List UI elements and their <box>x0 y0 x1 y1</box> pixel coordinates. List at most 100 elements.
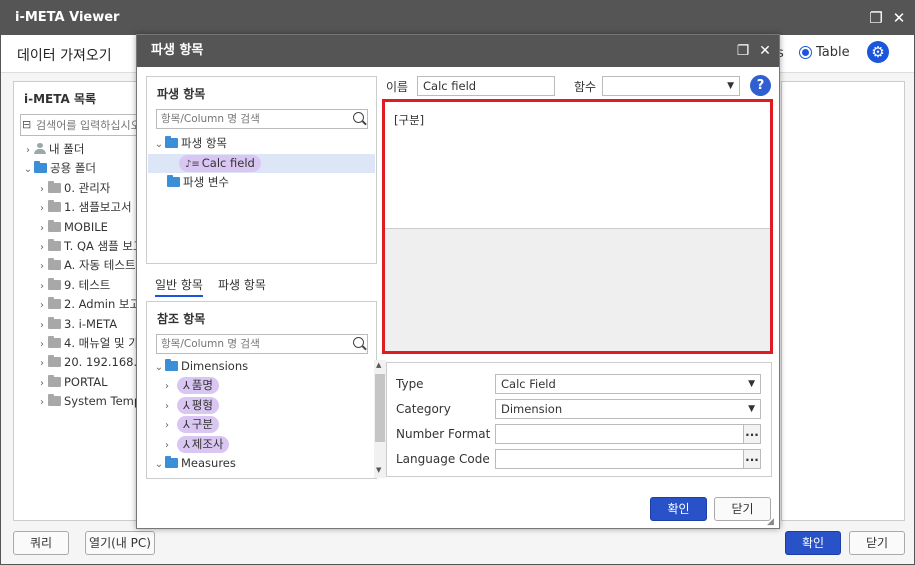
table-radio[interactable] <box>799 46 812 60</box>
chevron-right-icon[interactable]: › <box>161 377 173 396</box>
chevron-right-icon[interactable]: › <box>161 436 173 455</box>
derived-search-input[interactable] <box>161 111 341 127</box>
help-icon[interactable]: ? <box>750 75 771 96</box>
tree-item[interactable]: › T. QA 샘플 보고 <box>36 237 144 257</box>
dimension-chip: ⅄ 평형 <box>177 396 219 414</box>
function-select[interactable]: ▼ <box>602 76 740 96</box>
chevron-right-icon[interactable]: › <box>36 393 48 412</box>
derived-folder-label: 파생 항목 <box>181 136 227 150</box>
reference-scrollbar[interactable]: ▲ ▼ <box>374 360 386 478</box>
maximize-icon[interactable]: ❐ <box>866 1 886 35</box>
reference-search-box[interactable] <box>156 334 368 354</box>
open-local-button[interactable]: 열기(내 PC) <box>85 531 155 555</box>
query-button[interactable]: 쿼리 <box>13 531 69 555</box>
search-icon[interactable] <box>353 337 364 348</box>
tree-item-label: 1. 샘플보고서 <box>64 200 132 215</box>
close-icon[interactable]: ✕ <box>889 1 909 35</box>
dimension-label: 구분 <box>191 417 213 432</box>
collapse-icon[interactable]: ⊟ <box>22 118 31 131</box>
tree-item[interactable]: ⌄ 공용 폴더 <box>22 159 96 179</box>
number-format-more-button[interactable]: ... <box>743 424 761 444</box>
chevron-right-icon[interactable]: › <box>36 374 48 393</box>
reference-search-input[interactable] <box>161 336 341 352</box>
table-radio-label[interactable]: Table <box>816 45 850 60</box>
tree-item[interactable]: › 4. 매뉴얼 및 가 <box>36 334 139 354</box>
gear-icon[interactable]: ⚙ <box>867 41 889 63</box>
tree-item[interactable]: › 0. 관리자 <box>36 179 110 199</box>
tree-item[interactable]: › 9. 테스트 <box>36 276 110 296</box>
chevron-right-icon[interactable]: › <box>36 219 48 238</box>
folder-icon <box>48 219 61 232</box>
name-input[interactable]: Calc field <box>417 76 555 96</box>
tree-item[interactable]: › 3. i-META <box>36 315 117 335</box>
chevron-right-icon[interactable]: › <box>36 257 48 276</box>
tree-item[interactable]: › A. 자동 테스트 <box>36 256 136 276</box>
chevron-down-icon[interactable]: ⌄ <box>153 358 165 377</box>
chevron-down-icon[interactable]: ⌄ <box>153 135 165 154</box>
chevron-down-icon: ▼ <box>748 404 755 414</box>
chevron-right-icon[interactable]: › <box>161 416 173 435</box>
chevron-down-icon[interactable]: ⌄ <box>153 455 165 474</box>
dimension-icon: ⅄ <box>183 398 190 412</box>
folder-icon <box>34 161 47 174</box>
tab-general-items[interactable]: 일반 항목 <box>155 276 203 297</box>
scroll-thumb[interactable] <box>375 374 385 442</box>
chevron-right-icon[interactable]: › <box>161 397 173 416</box>
resize-grip-icon[interactable]: ◢ <box>767 517 774 527</box>
tree-item[interactable]: › 2. Admin 보고 <box>36 295 140 315</box>
number-format-input[interactable]: ... <box>495 424 761 444</box>
folder-icon <box>48 180 61 193</box>
dimension-item[interactable]: › ⅄ 구분 <box>161 415 219 435</box>
language-code-input[interactable]: ... <box>495 449 761 469</box>
tree-item-label: 4. 매뉴얼 및 가 <box>64 336 139 350</box>
dialog-close-button[interactable]: 닫기 <box>714 497 771 521</box>
tree-item[interactable]: › PORTAL <box>36 373 108 393</box>
chevron-right-icon[interactable]: › <box>36 316 48 335</box>
scroll-up-icon[interactable]: ▲ <box>376 361 381 369</box>
dimension-item[interactable]: › ⅄ 평형 <box>161 396 219 416</box>
chevron-right-icon[interactable]: › <box>36 199 48 218</box>
reference-folder[interactable]: ⌄ Measures <box>153 454 236 474</box>
dialog-maximize-icon[interactable]: ❐ <box>733 35 753 67</box>
tree-item[interactable]: › 1. 샘플보고서 <box>36 198 132 218</box>
chevron-right-icon[interactable]: › <box>36 335 48 354</box>
outer-ok-button[interactable]: 확인 <box>785 531 841 555</box>
language-code-more-button[interactable]: ... <box>743 449 761 469</box>
tab-derived-items[interactable]: 파생 항목 <box>218 276 266 293</box>
chevron-down-icon[interactable]: ⌄ <box>22 160 34 179</box>
tree-item-label: A. 자동 테스트 <box>64 258 136 273</box>
meta-search-input[interactable] <box>36 116 142 134</box>
chevron-right-icon[interactable]: › <box>36 296 48 315</box>
reference-panel-title: 참조 항목 <box>157 312 206 326</box>
category-label: Category <box>396 402 451 416</box>
derived-calc-item-selected[interactable]: ♪≡ Calc field <box>148 153 375 173</box>
chevron-right-icon[interactable]: › <box>36 277 48 296</box>
expression-editor[interactable]: [구분] <box>382 99 773 354</box>
reference-folder[interactable]: ⌄ Dimensions <box>153 357 248 377</box>
category-select[interactable]: Dimension ▼ <box>495 399 761 419</box>
tree-item[interactable]: › MOBILE <box>36 218 108 238</box>
derived-folder[interactable]: ⌄ 파생 항목 <box>153 134 227 154</box>
chevron-right-icon[interactable]: › <box>36 180 48 199</box>
type-select[interactable]: Calc Field ▼ <box>495 374 761 394</box>
derived-search-box[interactable] <box>156 109 368 129</box>
expression-input-area[interactable]: [구분] <box>385 102 770 229</box>
chevron-right-icon[interactable]: › <box>36 238 48 257</box>
dimension-chip: ⅄ 구분 <box>177 416 219 434</box>
dialog-ok-button[interactable]: 확인 <box>650 497 707 521</box>
tree-item-label: T. QA 샘플 보고 <box>64 239 144 253</box>
dimension-item[interactable]: › ⅄ 품명 <box>161 376 219 396</box>
dimension-label: 제조사 <box>191 436 224 451</box>
tree-item[interactable]: › 내 폴더 <box>22 140 84 160</box>
derived-folder[interactable]: 파생 변수 <box>167 173 229 193</box>
tree-item-label: 9. 테스트 <box>64 277 111 292</box>
dimension-item[interactable]: › ⅄ 제조사 <box>161 435 230 455</box>
scroll-down-icon[interactable]: ▼ <box>376 466 381 474</box>
preview-area <box>781 81 905 521</box>
search-icon[interactable] <box>353 112 364 123</box>
outer-close-button[interactable]: 닫기 <box>849 531 905 555</box>
chevron-right-icon[interactable]: › <box>22 141 34 160</box>
tree-item[interactable]: › System Templa <box>36 392 151 412</box>
dialog-close-icon[interactable]: ✕ <box>755 35 775 67</box>
chevron-right-icon[interactable]: › <box>36 354 48 373</box>
